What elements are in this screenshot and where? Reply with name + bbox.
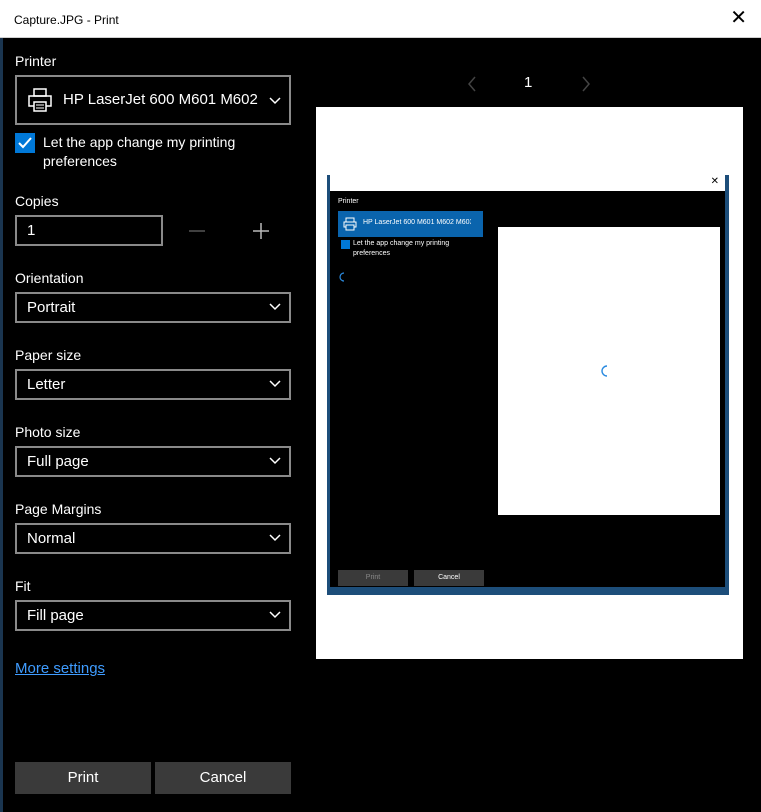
photo-size-label: Photo size [15,424,81,440]
orientation-value: Portrait [27,299,76,316]
chevron-down-icon [269,611,281,619]
printer-icon [28,88,52,112]
photo-size-select[interactable]: Full page [15,446,291,477]
loading-spinner-icon [601,365,608,377]
title-bar: Capture.JPG - Print ✕ [0,0,761,38]
mini-pref-line2: preferences [353,250,390,257]
copies-value: 1 [27,222,36,239]
chevron-down-icon [269,97,281,105]
window-edge [0,38,3,812]
fit-value: Fill page [27,607,84,624]
fit-select[interactable]: Fill page [15,600,291,631]
chevron-left-icon[interactable] [467,76,477,92]
paper-size-label: Paper size [15,347,82,363]
printer-label: Printer [15,53,57,69]
mini-printer-icon [343,217,357,231]
chevron-down-icon [269,457,281,465]
chevron-right-icon[interactable] [581,76,591,92]
mini-preview-page [498,227,720,515]
mini-printer-label: Printer [338,198,359,205]
window-title: Capture.JPG - Print [14,13,119,27]
page-margins-select[interactable]: Normal [15,523,291,554]
chevron-down-icon [269,534,281,542]
mini-spinner-icon [339,272,345,282]
print-button[interactable]: Print [15,762,151,794]
mini-print-dialog: ✕ Printer HP LaserJet 600 M601 M602 M603… [330,175,725,587]
close-icon[interactable]: ✕ [730,8,747,28]
plus-icon[interactable] [250,220,272,242]
chevron-down-icon [269,303,281,311]
copies-input[interactable]: 1 [15,215,163,246]
preferences-label: Let the app change my printing preferenc… [43,134,236,169]
printer-select[interactable]: HP LaserJet 600 M601 M602 M603 [15,75,291,125]
cancel-button[interactable]: Cancel [155,762,291,794]
mini-pref-line1: Let the app change my printing [353,240,450,247]
mini-close-icon: ✕ [710,176,719,187]
chevron-down-icon [269,380,281,388]
page-margins-value: Normal [27,530,76,547]
preferences-checkbox[interactable] [15,133,35,153]
orientation-label: Orientation [15,270,84,286]
paper-size-select[interactable]: Letter [15,369,291,400]
mini-cancel-button: Cancel [414,570,484,586]
preview-image: ✕ Printer HP LaserJet 600 M601 M602 M603… [327,175,729,595]
mini-title-bar: ✕ [330,175,725,191]
page-number: 1 [524,74,533,91]
mini-printer-value: HP LaserJet 600 M601 M602 M603 [363,219,471,226]
mini-checkbox [341,240,350,249]
mini-printer-select: HP LaserJet 600 M601 M602 M603 [338,211,483,237]
photo-size-value: Full page [27,453,89,470]
minus-icon[interactable] [186,220,208,242]
checkmark-icon [18,137,32,149]
orientation-select[interactable]: Portrait [15,292,291,323]
page-margins-label: Page Margins [15,501,102,517]
more-settings-link[interactable]: More settings [15,660,105,677]
mini-print-button: Print [338,570,408,586]
paper-size-value: Letter [27,376,66,393]
fit-label: Fit [15,578,31,594]
copies-label: Copies [15,193,59,209]
printer-value: HP LaserJet 600 M601 M602 M603 [63,91,259,108]
